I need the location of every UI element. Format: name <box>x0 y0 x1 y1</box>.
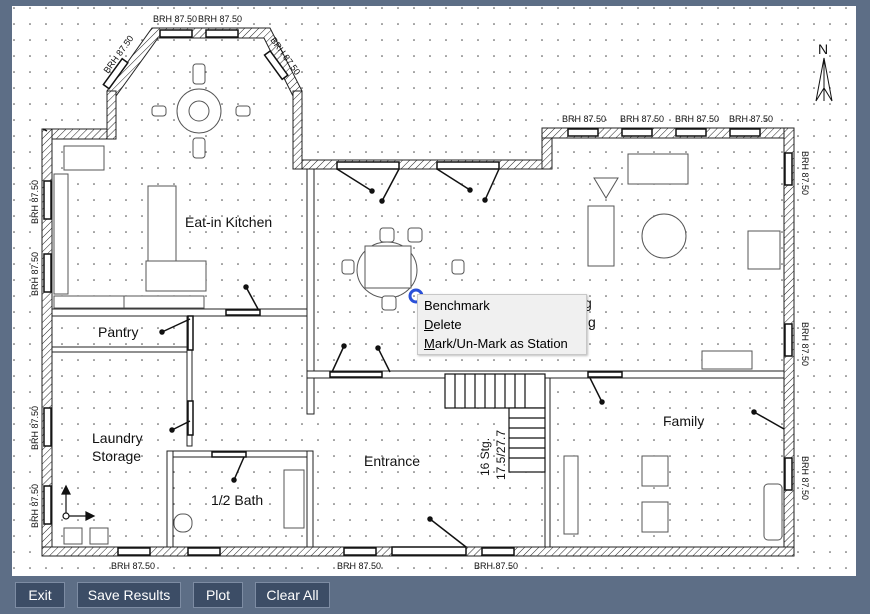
room-label-kitchen: Eat-in Kitchen <box>185 214 272 230</box>
room-label-storage: Storage <box>92 448 141 464</box>
floor-plan[interactable]: N Eat-in Kitchen Pantry Laundry Storage … <box>12 6 856 576</box>
window-label: BRH 87.50 <box>153 14 197 24</box>
window-label: BRH 87.50 <box>675 114 719 124</box>
window-label: BRH 87.50 <box>729 114 773 124</box>
window-label: BRH 87.50 <box>562 114 606 124</box>
bottom-toolbar: Exit Save Results Plot Clear All <box>0 578 870 614</box>
floor-plan-canvas[interactable]: N Eat-in Kitchen Pantry Laundry Storage … <box>12 6 856 576</box>
context-menu: Benchmark Delete Mark/Un-Mark as Station <box>417 294 587 355</box>
menu-item-mark-station[interactable]: Mark/Un-Mark as Station <box>418 334 586 353</box>
window-label: BRH 87.50 <box>198 14 242 24</box>
grid-dots <box>12 6 856 576</box>
window-label: BRH 87.50 <box>620 114 664 124</box>
window-label: BRH 87.50 <box>337 561 381 571</box>
plot-button[interactable]: Plot <box>193 582 243 608</box>
room-label-pantry: Pantry <box>98 324 138 340</box>
window-label: BRH 87.50 <box>30 406 40 450</box>
menu-item-benchmark[interactable]: Benchmark <box>418 296 586 315</box>
save-results-button[interactable]: Save Results <box>77 582 181 608</box>
room-label-laundry: Laundry <box>92 430 143 446</box>
room-label-bath: 1/2 Bath <box>211 492 263 508</box>
window-label: BRH 87.50 <box>30 252 40 296</box>
clear-all-button[interactable]: Clear All <box>255 582 330 608</box>
window-label: BRH 87.50 <box>30 180 40 224</box>
window-label: BRH 87.50 <box>111 561 155 571</box>
window-label: BRH 87.50 <box>474 561 518 571</box>
stairs-dim-label: 17.5/27.7 <box>494 430 508 480</box>
window-label: BRH 87.50 <box>800 151 810 195</box>
compass-label: N <box>818 41 828 57</box>
window-label: BRH 87.50 <box>30 484 40 528</box>
stairs-label: 16 Stg. <box>478 438 492 476</box>
room-label-living-partial-2: g <box>588 314 596 330</box>
window-label: BRH 87.50 <box>800 322 810 366</box>
room-label-family: Family <box>663 413 704 429</box>
exit-button[interactable]: Exit <box>15 582 65 608</box>
room-label-entrance: Entrance <box>364 453 420 469</box>
menu-item-delete[interactable]: Delete <box>418 315 586 334</box>
window-label: BRH 87.50 <box>800 456 810 500</box>
